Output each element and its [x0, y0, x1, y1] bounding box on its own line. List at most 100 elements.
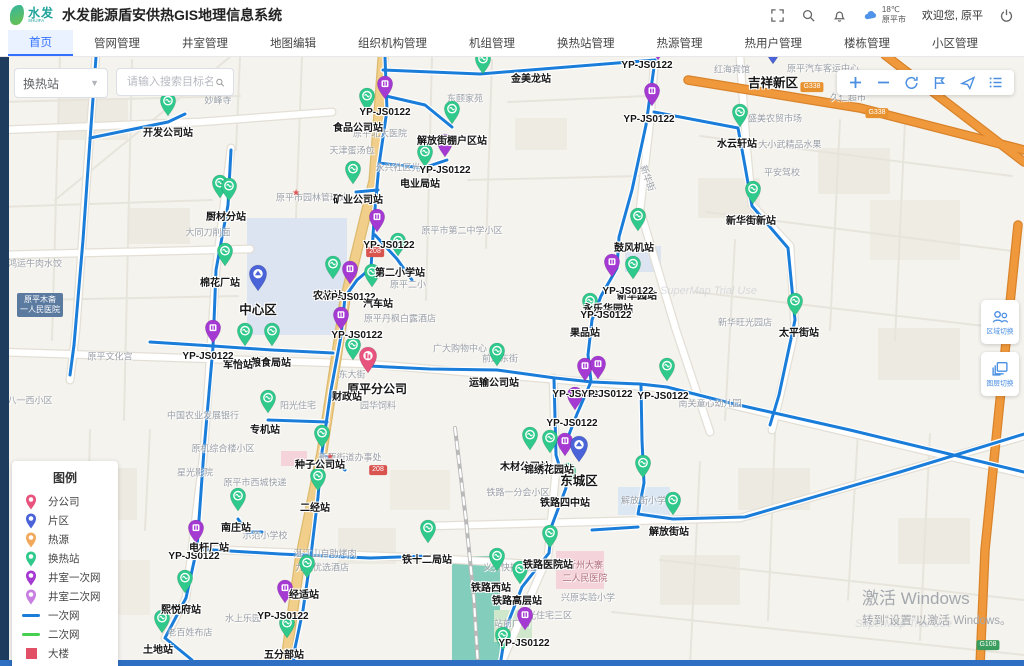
map-pin-label: 铁路高层站 — [492, 592, 542, 607]
layers-icon — [991, 360, 1009, 376]
select-icon[interactable] — [960, 75, 975, 90]
station-pin[interactable] — [444, 100, 460, 130]
well-pin[interactable] — [342, 260, 358, 290]
station-pin[interactable] — [542, 429, 558, 459]
map-canvas[interactable]: 原平实验中学妙峰寺东颐家苑原平北大医院天津蛋汤包永兴社区光原平市园林管理处红海宾… — [0, 57, 1024, 666]
legend-square-icon — [22, 648, 40, 659]
tab-热用户管理[interactable]: 热用户管理 — [724, 30, 824, 56]
station-pin[interactable] — [230, 487, 246, 517]
tab-机组管理[interactable]: 机组管理 — [448, 30, 536, 56]
reset-icon[interactable] — [904, 75, 919, 90]
map-pin-label: 粮食局站 — [251, 354, 291, 369]
map-pin-label: 食品公司站 — [333, 119, 383, 134]
road-badge: G108 — [976, 640, 999, 650]
tab-换热站管理[interactable]: 换热站管理 — [536, 30, 636, 56]
station-pin[interactable] — [489, 342, 505, 372]
zoom-out-icon[interactable] — [876, 75, 891, 90]
tab-井室管理[interactable]: 井室管理 — [161, 30, 249, 56]
logout-icon[interactable] — [999, 8, 1014, 23]
tab-首页[interactable]: 首页 — [8, 30, 73, 56]
legend-label: 片区 — [48, 513, 69, 528]
district-pin[interactable] — [249, 264, 267, 297]
well-pin[interactable] — [644, 82, 660, 112]
search-icon[interactable] — [215, 76, 225, 89]
station-pin[interactable] — [625, 255, 641, 285]
weather-widget: 18℃ 原平市 — [863, 5, 906, 24]
page-title: 水发能源盾安供热GIS地理信息系统 — [62, 5, 282, 25]
map-pin-label: YP-JS0122 — [182, 351, 233, 362]
legend-label: 大楼 — [48, 646, 69, 661]
search-category-select[interactable]: 换热站 ▼ — [14, 68, 108, 98]
search-input[interactable] — [125, 75, 215, 89]
well-pin[interactable] — [604, 253, 620, 283]
legend-label: 井室一次网 — [48, 570, 101, 585]
station-pin[interactable] — [299, 554, 315, 584]
map-pin-label: 电杆厂站 — [189, 539, 229, 554]
map-pin-label: 第二小学站 — [375, 264, 425, 279]
map-pin-label: 中心区 — [239, 299, 277, 318]
station-pin[interactable] — [260, 389, 276, 419]
list-icon[interactable] — [988, 75, 1003, 90]
tab-组织机构管理[interactable]: 组织机构管理 — [337, 30, 448, 56]
legend-pin-icon — [22, 589, 40, 605]
branch-pin[interactable] — [359, 346, 377, 379]
well-pin[interactable] — [369, 208, 385, 238]
station-pin[interactable] — [264, 322, 280, 352]
station-pin[interactable] — [732, 103, 748, 133]
station-pin[interactable] — [745, 180, 761, 210]
well-pin[interactable] — [377, 75, 393, 105]
legend-item: 分公司 — [22, 492, 108, 511]
station-pin[interactable] — [542, 524, 558, 554]
station-pin[interactable] — [177, 569, 193, 599]
search-icon[interactable] — [801, 8, 816, 23]
map-pin-label: YP-JS0122 — [580, 310, 631, 321]
zoom-in-icon[interactable] — [848, 75, 863, 90]
station-pin[interactable] — [475, 57, 491, 80]
station-pin[interactable] — [635, 454, 651, 484]
tab-小区管理[interactable]: 小区管理 — [911, 30, 999, 56]
station-pin[interactable] — [310, 467, 326, 497]
side-tool-layers[interactable]: 图层切换 — [981, 352, 1019, 396]
fullscreen-icon[interactable] — [770, 8, 785, 23]
station-pin[interactable] — [659, 357, 675, 387]
station-pin[interactable] — [630, 207, 646, 237]
tab-管网管理[interactable]: 管网管理 — [73, 30, 161, 56]
map-pin-label: 棉花厂站 — [200, 274, 240, 289]
legend-line-icon — [22, 633, 40, 637]
legend-label: 一次网 — [48, 608, 80, 623]
station-pin[interactable] — [489, 547, 505, 577]
station-pin[interactable] — [345, 160, 361, 190]
station-pin[interactable] — [522, 426, 538, 456]
station-pin[interactable] — [314, 424, 330, 454]
bell-icon[interactable] — [832, 8, 847, 23]
district-pin[interactable] — [764, 57, 782, 70]
well-pin[interactable] — [590, 355, 606, 385]
map-pin-label: 种子公司站 — [295, 456, 345, 471]
station-pin[interactable] — [665, 491, 681, 521]
side-tool-label: 区域切换 — [986, 326, 1013, 335]
map-poi-label: 新华旺光园店 — [718, 316, 772, 329]
map-pin-label: 专机站 — [250, 421, 280, 436]
legend-pin-icon — [22, 494, 40, 510]
weather-city: 原平市 — [882, 15, 906, 25]
station-pin[interactable] — [237, 322, 253, 352]
station-pin[interactable] — [217, 242, 233, 272]
left-collapsed-panel[interactable] — [0, 57, 9, 666]
map-poi-label: 鸿运牛肉水饺 — [8, 257, 62, 270]
tab-地图编辑[interactable]: 地图编辑 — [249, 30, 337, 56]
station-pin[interactable] — [221, 177, 237, 207]
tab-楼栋管理[interactable]: 楼栋管理 — [823, 30, 911, 56]
side-tool-area[interactable]: 区域切换 — [981, 300, 1019, 344]
station-pin[interactable] — [420, 519, 436, 549]
map-pin-label: 矿业公司站 — [333, 191, 383, 206]
measure-icon[interactable] — [932, 75, 947, 90]
map-pin-label: 运输公司站 — [469, 374, 519, 389]
area-icon — [991, 308, 1009, 324]
well-pin[interactable] — [517, 606, 533, 636]
well-pin[interactable] — [205, 319, 221, 349]
map-side-tools: 区域切换图层切换 — [981, 300, 1019, 396]
station-pin[interactable] — [325, 255, 341, 285]
station-pin[interactable] — [787, 292, 803, 322]
tab-热源管理[interactable]: 热源管理 — [636, 30, 724, 56]
road-badge: G338 — [800, 82, 823, 92]
